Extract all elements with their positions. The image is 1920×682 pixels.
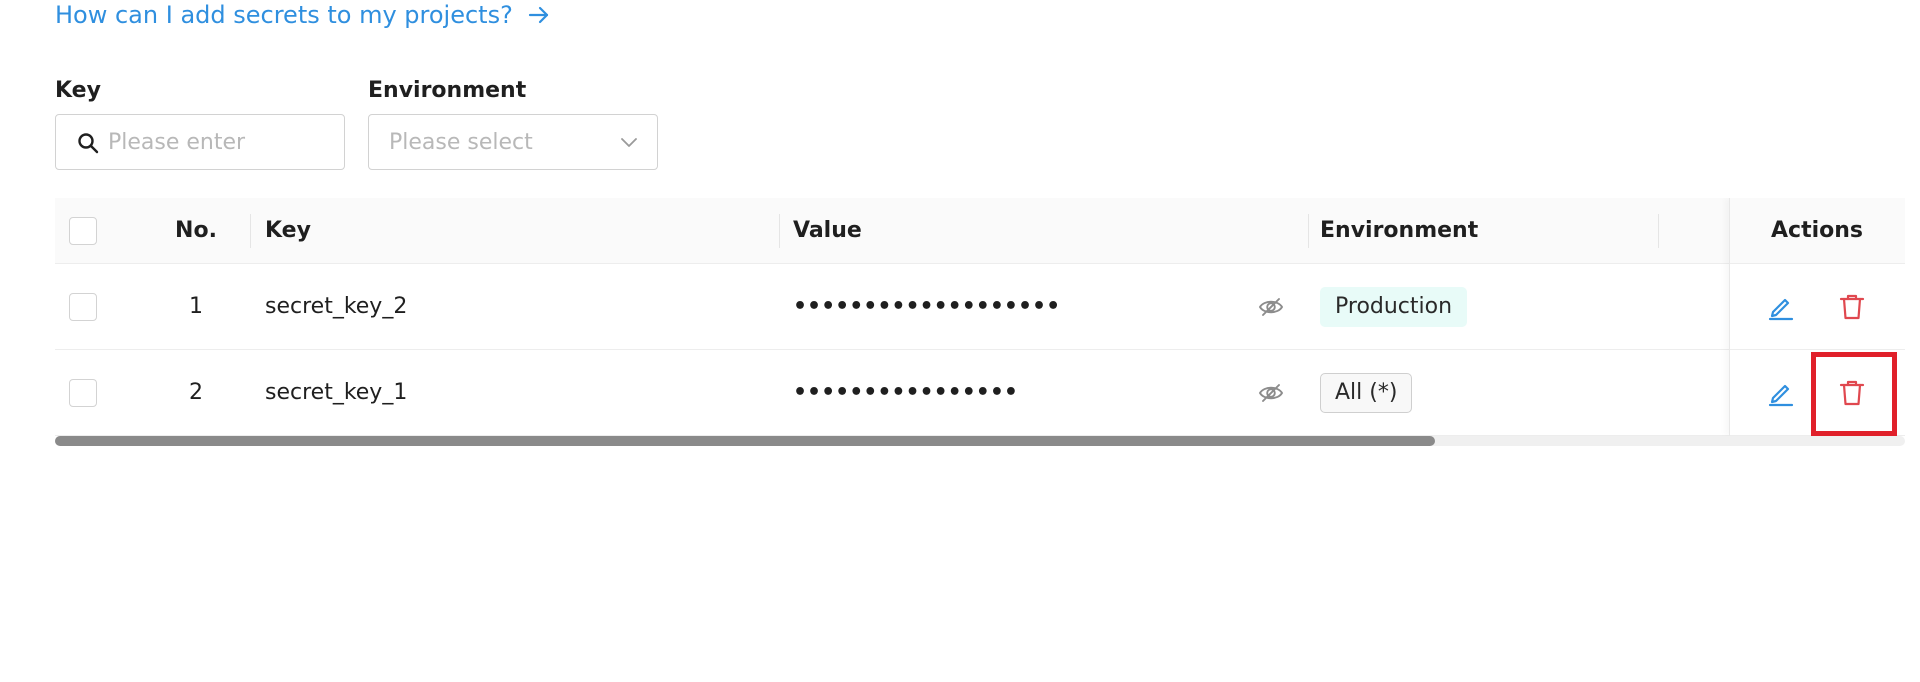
key-filter-label: Key (55, 78, 101, 103)
eye-off-icon[interactable] (1257, 293, 1285, 321)
table-header: No. Key Value Environment Actions (55, 198, 1905, 264)
header-actions: Actions (1771, 218, 1863, 243)
eye-off-icon[interactable] (1257, 379, 1285, 407)
column-divider[interactable] (250, 214, 251, 248)
environment-tag: All (*) (1320, 372, 1413, 413)
key-filter: Key (55, 76, 345, 170)
environment-select-placeholder: Please select (389, 129, 533, 155)
help-link[interactable]: How can I add secrets to my projects? (55, 0, 551, 30)
delete-icon[interactable] (1837, 292, 1867, 322)
secrets-page: How can I add secrets to my projects? Ke… (0, 0, 1920, 682)
environment-tag: Production (1320, 286, 1468, 327)
table-row[interactable]: 1 secret_key_2 ••••••••••••••••••• Produ… (55, 264, 1905, 350)
secrets-table: No. Key Value Environment Actions 1 secr… (55, 198, 1905, 448)
chevron-down-icon (621, 138, 637, 147)
column-divider[interactable] (1308, 214, 1309, 248)
table-row[interactable]: 2 secret_key_1 •••••••••••••••• All (*) (55, 350, 1905, 436)
row-number: 2 (189, 380, 203, 405)
secret-key-name: secret_key_1 (265, 380, 408, 405)
secret-value-masked: •••••••••••••••• (793, 380, 1018, 405)
delete-icon[interactable] (1837, 378, 1867, 408)
search-icon (78, 133, 99, 154)
environment-filter-label: Environment (368, 78, 527, 103)
header-no[interactable]: No. (155, 198, 237, 263)
arrow-right-icon (528, 6, 548, 24)
help-link-text[interactable]: How can I add secrets to my projects? (55, 1, 513, 29)
select-all-checkbox[interactable] (69, 216, 97, 245)
horizontal-scrollbar[interactable] (55, 436, 1905, 446)
column-divider[interactable] (1658, 214, 1659, 248)
header-environment[interactable]: Environment (1320, 198, 1478, 263)
secret-value-masked: ••••••••••••••••••• (793, 294, 1061, 319)
environment-filter: Environment Please select (368, 76, 658, 170)
secret-key-name: secret_key_2 (265, 294, 408, 319)
edit-icon[interactable] (1766, 292, 1796, 322)
scrollbar-thumb[interactable] (55, 436, 1435, 446)
row-number: 1 (189, 294, 203, 319)
edit-icon[interactable] (1766, 378, 1796, 408)
header-value[interactable]: Value (793, 198, 862, 263)
header-key[interactable]: Key (265, 198, 311, 263)
key-search-field[interactable] (55, 114, 345, 170)
column-divider[interactable] (779, 214, 780, 248)
environment-select[interactable]: Please select (368, 114, 658, 170)
row-checkbox[interactable] (69, 292, 97, 321)
row-checkbox[interactable] (69, 378, 97, 407)
